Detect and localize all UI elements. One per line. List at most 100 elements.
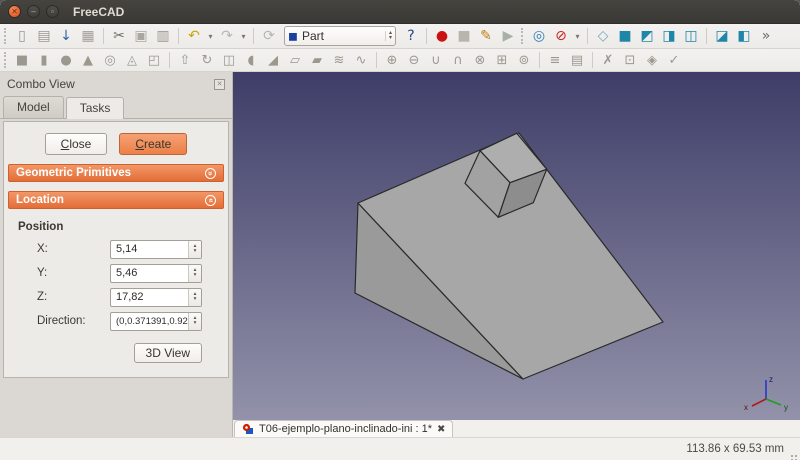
print-icon[interactable]: ▦ <box>77 26 99 46</box>
y-label: Y: <box>37 267 47 279</box>
fillet-icon[interactable]: ◖ <box>240 50 262 70</box>
resize-grip[interactable] <box>788 448 797 457</box>
whats-this-icon[interactable]: ? <box>400 26 422 46</box>
part-sphere-icon[interactable]: ● <box>55 50 77 70</box>
shape-builder-icon[interactable]: ◰ <box>143 50 165 70</box>
view-top-icon[interactable]: ◩ <box>636 26 658 46</box>
document-tab-bar: T06-ejemplo-plano-inclinado-ini : 1* ✖ <box>233 420 800 437</box>
combo-view-title: Combo View <box>7 77 75 91</box>
boolean-union-icon[interactable]: ∪ <box>425 50 447 70</box>
edit-macro-icon[interactable]: ✎ <box>475 26 497 46</box>
3d-viewport[interactable]: z x y <box>233 72 800 420</box>
float-panel-icon[interactable]: ✕ <box>214 79 225 90</box>
defeaturing-icon[interactable]: ✗ <box>597 50 619 70</box>
create-primitives-icon[interactable]: ◬ <box>121 50 143 70</box>
view-toolbar-handle[interactable] <box>521 28 524 44</box>
tab-model[interactable]: Model <box>3 96 64 118</box>
loft-icon[interactable]: ≋ <box>328 50 350 70</box>
connect-icon[interactable]: ⊚ <box>513 50 535 70</box>
view-axonometric-icon[interactable]: ◇ <box>592 26 614 46</box>
boolean-common-icon[interactable]: ∩ <box>447 50 469 70</box>
toolbar-separator <box>539 52 540 68</box>
direction-combobox[interactable]: (0,0.371391,0.92 ▴▾ <box>110 312 202 331</box>
stop-macro-icon[interactable]: ■ <box>453 26 475 46</box>
minimize-window-icon[interactable]: – <box>27 5 40 18</box>
undo-dropdown-icon[interactable]: ▾ <box>205 32 216 41</box>
dimension-readout: 113.86 x 69.53 mm <box>686 443 784 455</box>
ruled-surface-icon[interactable]: ▰ <box>306 50 328 70</box>
revolve-icon[interactable]: ↻ <box>196 50 218 70</box>
maximize-window-icon[interactable]: ▫ <box>46 5 59 18</box>
sweep-icon[interactable]: ∿ <box>350 50 372 70</box>
compound-icon[interactable]: ⊞ <box>491 50 513 70</box>
new-file-icon[interactable]: ▯ <box>11 26 33 46</box>
record-macro-icon[interactable]: ● <box>431 26 453 46</box>
save-icon[interactable]: ↓ <box>55 26 77 46</box>
close-document-icon[interactable]: ✖ <box>437 424 445 435</box>
workbench-selector-value: Part <box>302 29 385 43</box>
chamfer-icon[interactable]: ◢ <box>262 50 284 70</box>
draw-style-dropdown-icon[interactable]: ▾ <box>572 32 583 41</box>
boolean-icon[interactable]: ⊕ <box>381 50 403 70</box>
x-spinbox[interactable]: 5,14 ▴▾ <box>110 240 202 259</box>
y-spinbox[interactable]: 5,46 ▴▾ <box>110 264 202 283</box>
copy-icon[interactable]: ▣ <box>130 26 152 46</box>
boolean-cut-icon[interactable]: ⊖ <box>403 50 425 70</box>
spin-arrows-icon[interactable]: ▴▾ <box>188 313 201 330</box>
part-box-icon[interactable]: ■ <box>11 50 33 70</box>
toolbar-overflow-icon[interactable]: » <box>755 26 777 46</box>
collapse-section-icon[interactable]: » <box>205 168 216 179</box>
create-button[interactable]: Create <box>119 133 187 155</box>
3d-view-button[interactable]: 3D View <box>134 343 202 363</box>
spin-arrows-icon[interactable]: ▴▾ <box>188 265 201 282</box>
y-axis-label: y <box>784 403 788 412</box>
view-front-icon[interactable]: ■ <box>614 26 636 46</box>
refresh-icon[interactable]: ⟳ <box>258 26 280 46</box>
view-rear-icon[interactable]: ◫ <box>680 26 702 46</box>
toolbar-separator <box>587 28 588 44</box>
play-macro-icon[interactable]: ▶ <box>497 26 519 46</box>
section-geometric-primitives[interactable]: Geometric Primitives » <box>8 164 224 182</box>
solids-toolbar-handle[interactable] <box>4 52 7 68</box>
cross-sections-icon[interactable]: ≡ <box>544 50 566 70</box>
make-face-icon[interactable]: ▱ <box>284 50 306 70</box>
redo-icon[interactable]: ↷ <box>216 26 238 46</box>
part-cylinder-icon[interactable]: ▮ <box>33 50 55 70</box>
view-right-icon[interactable]: ◨ <box>658 26 680 46</box>
workbench-selector[interactable]: ◼Part▴▾ <box>284 26 396 46</box>
section-cut-icon[interactable]: ▤ <box>566 50 588 70</box>
part-cone-icon[interactable]: ▲ <box>77 50 99 70</box>
paste-icon[interactable]: ▥ <box>152 26 174 46</box>
spin-arrows-icon[interactable]: ▴▾ <box>188 241 201 258</box>
z-axis-label: z <box>769 375 773 384</box>
document-tab[interactable]: T06-ejemplo-plano-inclinado-ini : 1* ✖ <box>234 420 453 437</box>
box-selection-icon[interactable]: ⊡ <box>619 50 641 70</box>
undo-icon[interactable]: ↶ <box>183 26 205 46</box>
toolbar-separator <box>103 28 104 44</box>
open-file-icon[interactable]: ▤ <box>33 26 55 46</box>
z-spinbox[interactable]: 17,82 ▴▾ <box>110 288 202 307</box>
fit-all-icon[interactable]: ◎ <box>528 26 550 46</box>
view-bottom-icon[interactable]: ◪ <box>711 26 733 46</box>
section-icon[interactable]: ⊗ <box>469 50 491 70</box>
toolbar-separator <box>592 52 593 68</box>
expand-section-icon[interactable]: » <box>205 195 216 206</box>
cut-icon[interactable]: ✂ <box>108 26 130 46</box>
file-toolbar-handle[interactable] <box>4 28 7 44</box>
check-geometry-icon[interactable]: ✓ <box>663 50 685 70</box>
extrude-icon[interactable]: ⇧ <box>174 50 196 70</box>
spin-arrows-icon[interactable]: ▴▾ <box>188 289 201 306</box>
combobox-spin-icon[interactable]: ▴▾ <box>385 31 392 41</box>
part-torus-icon[interactable]: ◎ <box>99 50 121 70</box>
close-button[interactable]: Close <box>45 133 108 155</box>
draw-style-icon[interactable]: ⊘ <box>550 26 572 46</box>
redo-dropdown-icon[interactable]: ▾ <box>238 32 249 41</box>
section-location[interactable]: Location » <box>8 191 224 209</box>
view-left-icon[interactable]: ◧ <box>733 26 755 46</box>
close-window-icon[interactable]: ✕ <box>8 5 21 18</box>
freecad-file-icon <box>242 423 254 435</box>
mirror-icon[interactable]: ◫ <box>218 50 240 70</box>
refine-shape-icon[interactable]: ◈ <box>641 50 663 70</box>
combo-view-tabs: Model Tasks <box>0 94 232 119</box>
tab-tasks[interactable]: Tasks <box>66 97 125 119</box>
